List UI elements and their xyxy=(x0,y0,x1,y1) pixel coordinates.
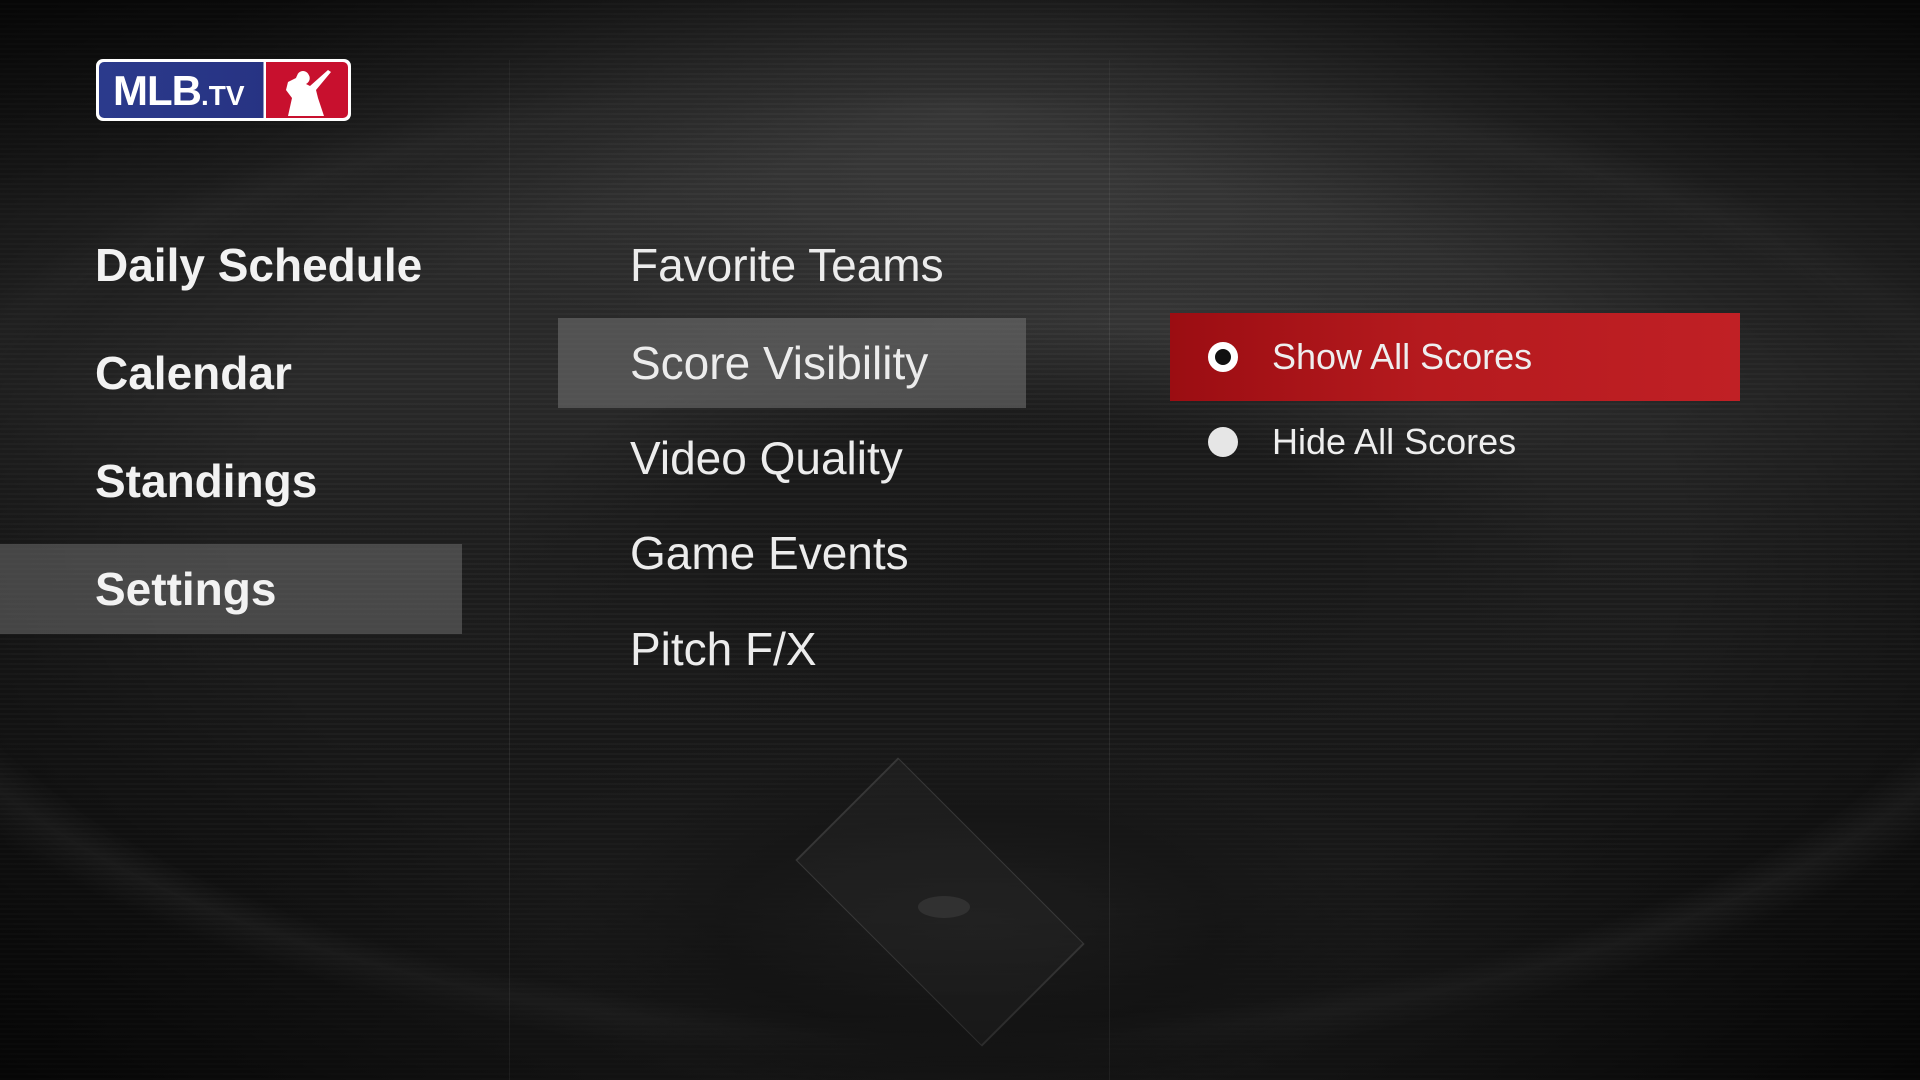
settings-item-game-events[interactable]: Game Events xyxy=(558,508,1026,598)
settings-item-label: Favorite Teams xyxy=(630,239,944,291)
option-label: Show All Scores xyxy=(1272,336,1533,377)
settings-item-pitch-fx[interactable]: Pitch F/X xyxy=(558,604,1026,694)
mlbtv-settings-screen: MLB.TV Daily Schedule Calendar Standings… xyxy=(0,0,1920,1080)
option-hide-all-scores[interactable]: Hide All Scores xyxy=(1170,398,1740,486)
option-label: Hide All Scores xyxy=(1272,421,1517,462)
nav-item-daily-schedule[interactable]: Daily Schedule xyxy=(0,220,462,310)
nav-item-standings[interactable]: Standings xyxy=(0,436,462,526)
settings-item-score-visibility[interactable]: Score Visibility xyxy=(558,318,1026,408)
settings-item-label: Game Events xyxy=(630,527,909,579)
logo-badge: MLB.TV xyxy=(99,62,348,118)
nav-item-settings[interactable]: Settings xyxy=(0,544,462,634)
option-show-all-scores[interactable]: Show All Scores xyxy=(1170,313,1740,401)
nav-item-label: Calendar xyxy=(95,347,292,399)
settings-item-label: Score Visibility xyxy=(630,337,929,389)
radio-unselected-icon xyxy=(1208,427,1238,457)
logo-suffix: .TV xyxy=(200,80,245,111)
nav-item-label: Standings xyxy=(95,455,318,507)
mlbtv-logo: MLB.TV xyxy=(96,59,351,121)
nav-item-calendar[interactable]: Calendar xyxy=(0,328,462,418)
batter-silhouette-icon xyxy=(286,70,331,116)
settings-item-label: Pitch F/X xyxy=(630,623,817,675)
logo-wordmark: MLB.TV xyxy=(113,66,245,118)
settings-item-label: Video Quality xyxy=(630,432,903,484)
nav-item-label: Settings xyxy=(95,563,277,615)
column-divider-left xyxy=(509,60,510,1080)
nav-item-label: Daily Schedule xyxy=(95,239,423,291)
logo-text: MLB xyxy=(113,67,202,114)
radio-selected-icon xyxy=(1208,342,1238,372)
settings-item-video-quality[interactable]: Video Quality xyxy=(558,413,1026,503)
column-divider-right xyxy=(1109,60,1110,1080)
settings-item-favorite-teams[interactable]: Favorite Teams xyxy=(558,220,1026,310)
